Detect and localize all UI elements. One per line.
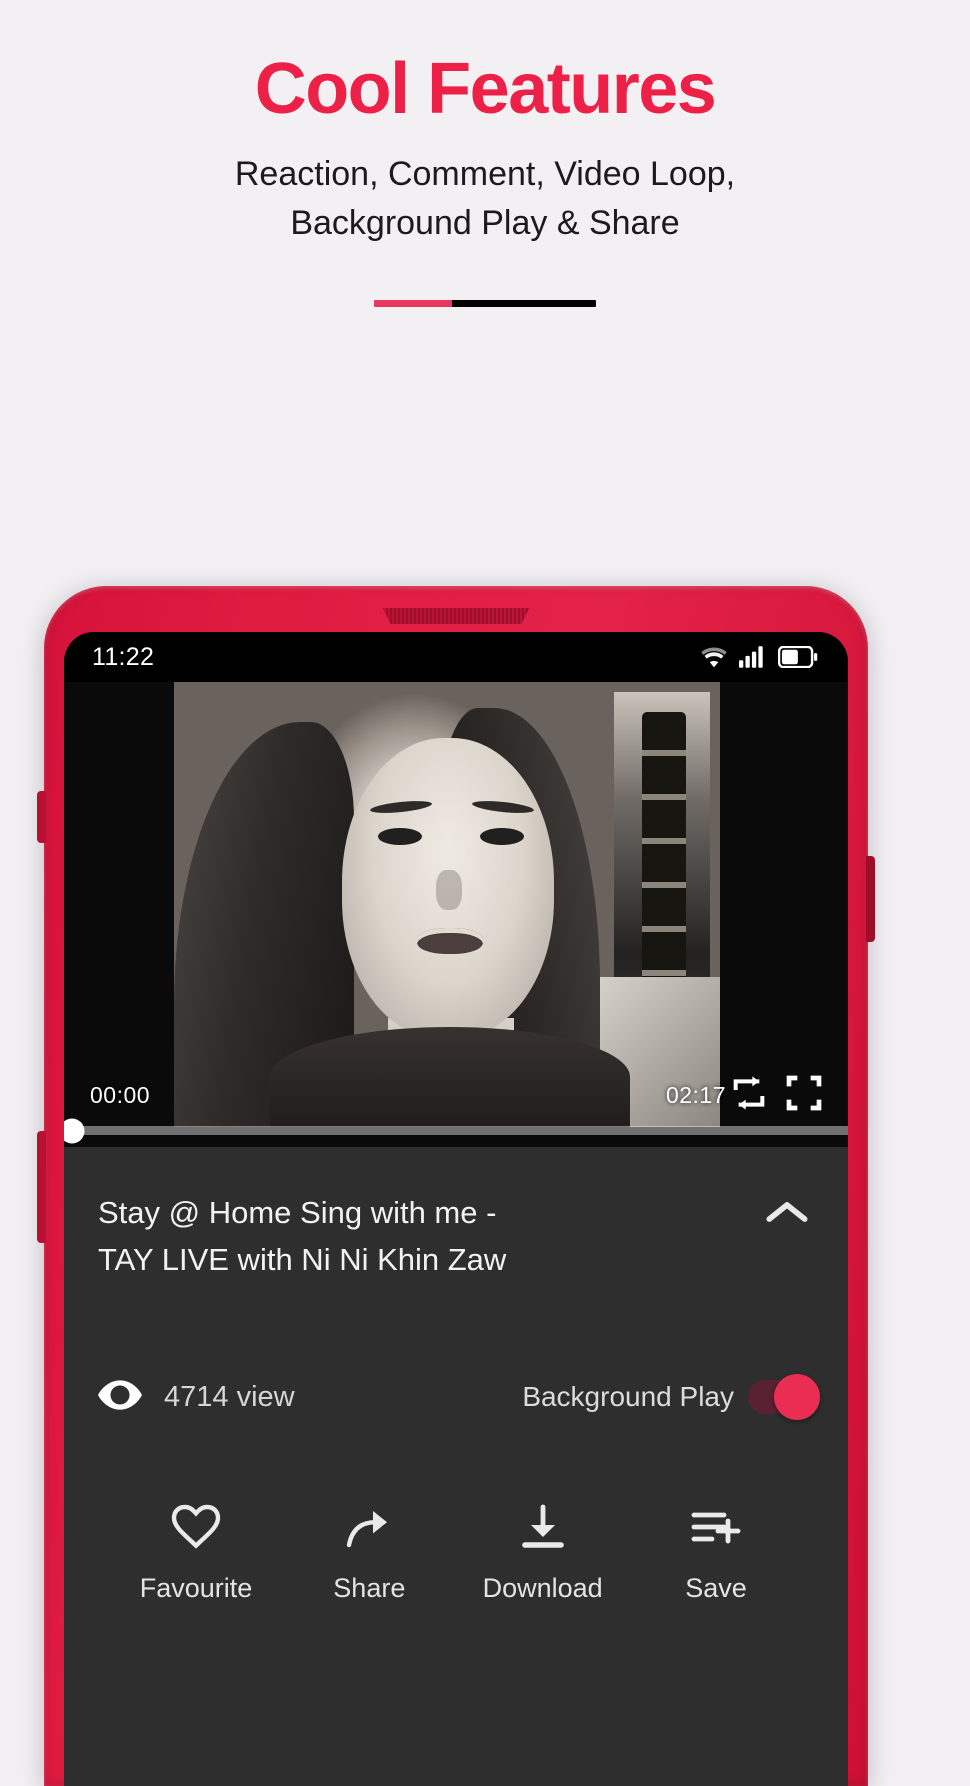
page-subtitle-line2: Background Play & Share xyxy=(290,203,680,242)
save-button[interactable]: Save xyxy=(632,1499,800,1604)
header-divider xyxy=(374,300,596,308)
seek-thumb[interactable] xyxy=(64,1118,85,1143)
divider-accent-segment xyxy=(374,300,452,308)
video-meta-row: 4714 view Background Play xyxy=(98,1374,820,1421)
status-bar: 11:22 xyxy=(64,632,848,682)
download-label: Download xyxy=(482,1572,603,1603)
player-controls: 00:00 02:17 xyxy=(64,1047,848,1147)
title-row: Stay @ Home Sing with me - TAY LIVE with… xyxy=(98,1189,814,1284)
volume-up-button[interactable] xyxy=(37,791,46,843)
battery-icon xyxy=(778,646,818,668)
video-title-line1: Stay @ Home Sing with me - xyxy=(98,1195,497,1230)
player-control-row: 00:00 02:17 xyxy=(64,1073,848,1126)
repeat-icon[interactable] xyxy=(726,1073,772,1118)
power-button[interactable] xyxy=(866,856,875,942)
heart-icon xyxy=(112,1499,280,1555)
playlist-add-icon xyxy=(632,1499,800,1555)
promo-header: Cool Features Reaction, Comment, Video L… xyxy=(0,0,970,308)
phone-mockup: 11:22 00:00 02:17 Stay @ Home Sing with … xyxy=(37,586,875,1786)
download-button[interactable]: Download xyxy=(459,1499,627,1604)
current-time-label: 00:00 xyxy=(90,1082,151,1108)
share-button[interactable]: Share xyxy=(285,1499,453,1604)
action-bar: Favourite Share Download Save xyxy=(98,1499,814,1604)
video-subject-nose xyxy=(436,870,462,910)
page-title: Cool Features xyxy=(254,49,717,129)
volume-down-button[interactable] xyxy=(37,1131,46,1243)
video-player[interactable]: 00:00 02:17 xyxy=(64,682,848,1147)
status-bar-clock: 11:22 xyxy=(92,642,155,671)
fullscreen-icon[interactable] xyxy=(782,1073,826,1118)
share-icon xyxy=(285,1499,453,1555)
page-subtitle: Reaction, Comment, Video Loop, Backgroun… xyxy=(0,150,970,249)
video-title-line2: TAY LIVE with Ni Ni Khin Zaw xyxy=(98,1242,507,1278)
video-subject-eye-right xyxy=(480,828,524,845)
player-control-buttons xyxy=(726,1073,826,1118)
share-label: Share xyxy=(333,1572,406,1603)
favourite-button[interactable]: Favourite xyxy=(112,1499,280,1604)
chevron-up-icon[interactable] xyxy=(764,1189,814,1232)
save-label: Save xyxy=(685,1572,747,1603)
background-play-control[interactable]: Background Play xyxy=(522,1374,820,1421)
toggle-knob xyxy=(774,1374,820,1421)
background-play-toggle[interactable] xyxy=(748,1374,820,1421)
cellular-signal-icon xyxy=(739,646,767,668)
phone-screen: 11:22 00:00 02:17 Stay @ Home Sing with … xyxy=(64,632,848,1786)
view-count-group: 4714 view xyxy=(98,1380,295,1415)
seek-bar[interactable] xyxy=(64,1118,848,1143)
view-count-label: 4714 view xyxy=(164,1380,295,1413)
status-bar-icons xyxy=(700,646,818,668)
divider-dark-segment xyxy=(451,300,596,308)
wifi-icon xyxy=(700,646,728,668)
video-title: Stay @ Home Sing with me - TAY LIVE with… xyxy=(98,1189,764,1284)
video-info-panel: Stay @ Home Sing with me - TAY LIVE with… xyxy=(64,1147,848,1786)
video-subject-mouth xyxy=(417,928,483,954)
duration-label: 02:17 xyxy=(665,1082,726,1108)
video-subject-eye-left xyxy=(378,828,422,845)
eye-icon xyxy=(98,1380,142,1415)
earpiece-speaker-grille xyxy=(382,608,530,624)
page-subtitle-line1: Reaction, Comment, Video Loop, xyxy=(234,154,736,193)
favourite-label: Favourite xyxy=(139,1572,253,1603)
download-icon xyxy=(459,1499,627,1555)
background-play-label: Background Play xyxy=(522,1381,734,1413)
